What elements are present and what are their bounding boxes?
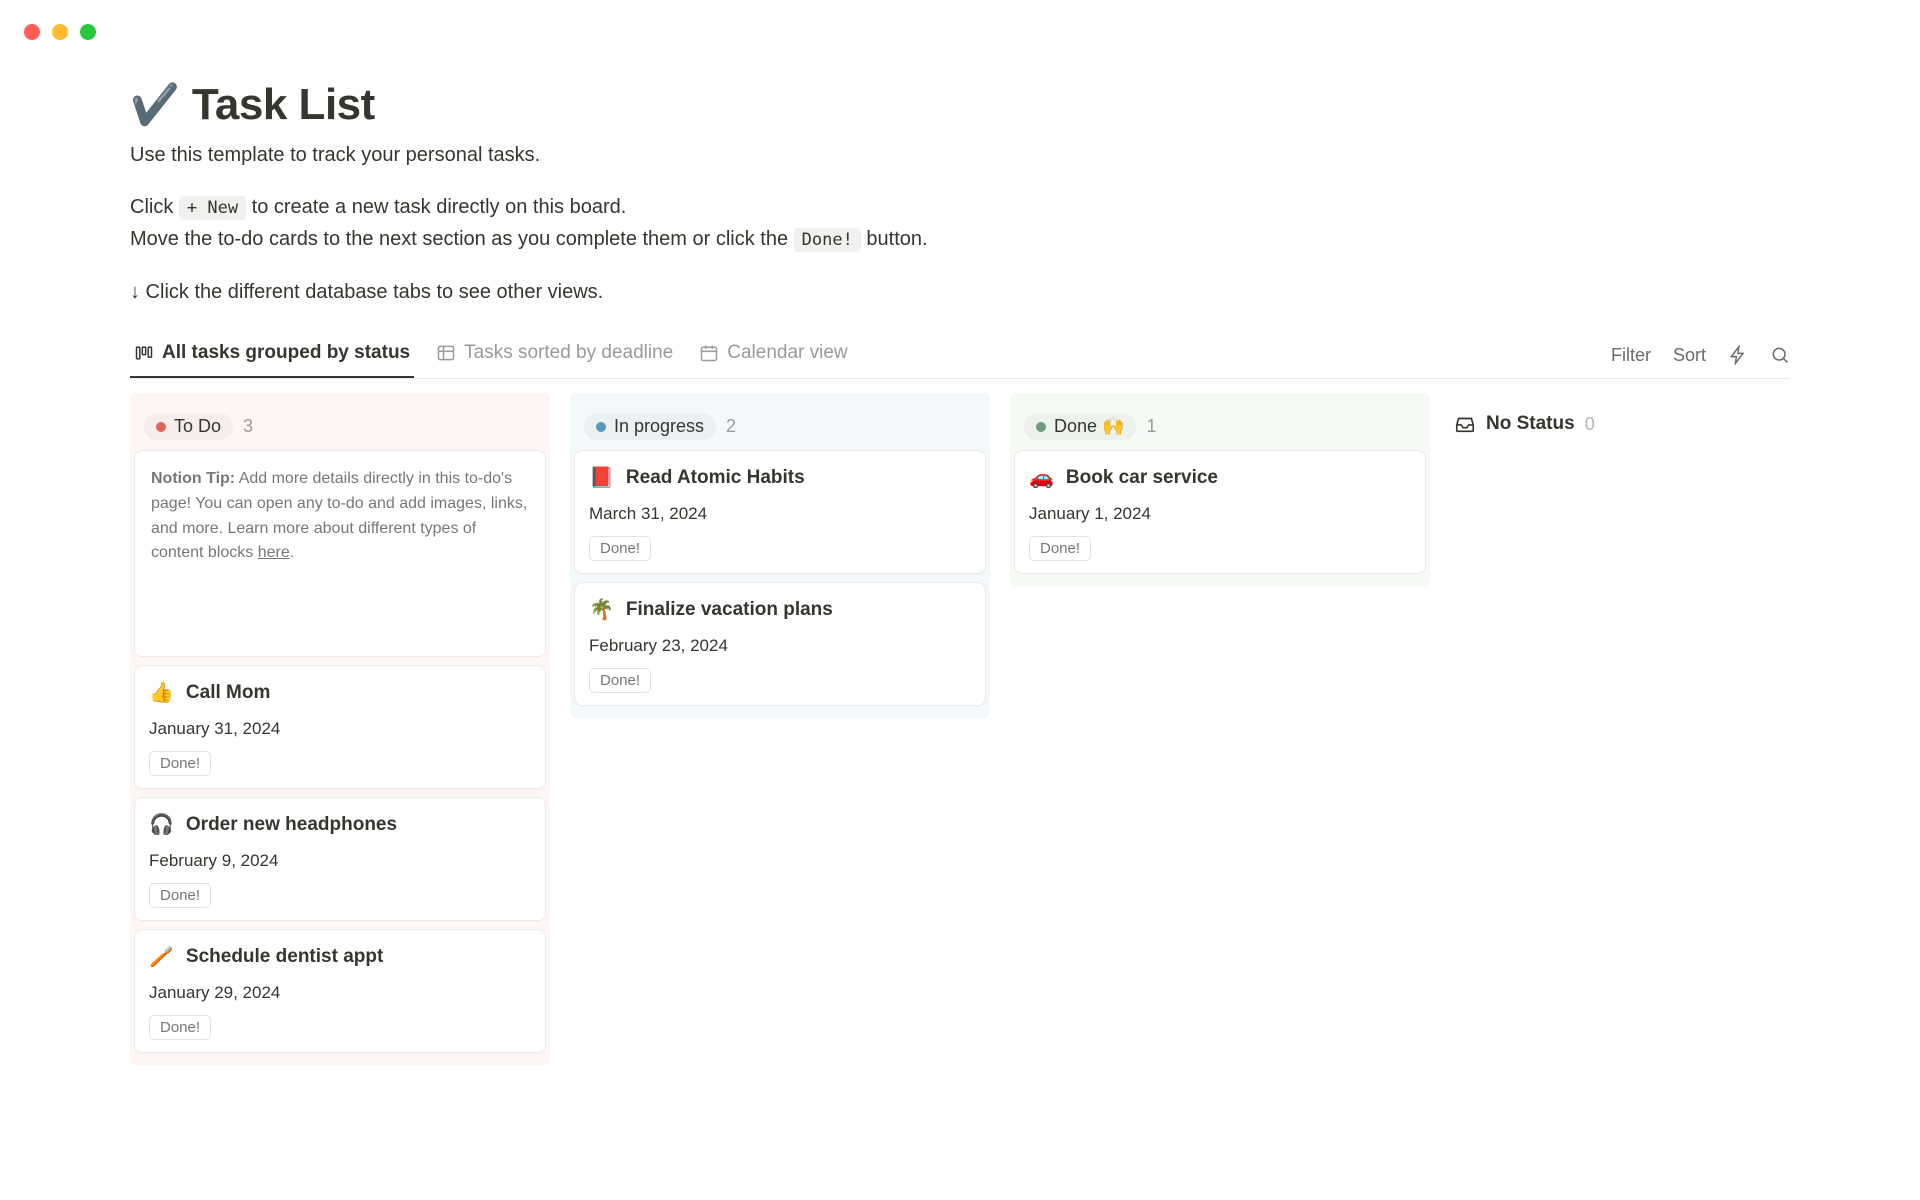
table-icon [436,343,456,363]
status-dot-icon [1036,422,1046,432]
card-emoji-icon: 🪥 [149,944,174,969]
views-hint: ↓ Click the different database tabs to s… [130,281,1790,304]
column-count: 0 [1585,414,1595,435]
card-emoji-icon: 🎧 [149,812,174,837]
status-pill-progress[interactable]: In progress [584,413,716,440]
fullscreen-window-icon[interactable] [80,24,96,40]
column-header: No Status 0 [1450,399,1750,445]
page-header: ✔️ Task List Use this template to track … [130,80,1790,167]
column-header: In progress 2 [570,399,990,450]
new-button-code: + New [179,196,246,220]
card-date: January 1, 2024 [1029,504,1411,524]
automation-button[interactable] [1728,345,1748,365]
inbox-icon [1454,413,1476,435]
done-button[interactable]: Done! [1029,536,1091,561]
tab-label: All tasks grouped by status [162,342,410,364]
tab-calendar[interactable]: Calendar view [695,332,851,378]
column-header: Done 🙌 1 [1010,399,1430,450]
notion-tip-card[interactable]: Notion Tip: Add more details directly in… [134,450,546,657]
done-button[interactable]: Done! [589,536,651,561]
calendar-icon [699,343,719,363]
minimize-window-icon[interactable] [52,24,68,40]
column-count: 1 [1146,416,1156,437]
task-card[interactable]: 🌴 Finalize vacation plans February 23, 2… [574,582,986,706]
status-pill-done[interactable]: Done 🙌 [1024,413,1136,440]
card-title: Order new headphones [186,814,397,836]
card-date: January 31, 2024 [149,719,531,739]
done-button[interactable]: Done! [589,668,651,693]
card-date: January 29, 2024 [149,983,531,1003]
search-icon [1770,345,1790,365]
database-tabs-bar: All tasks grouped by status Tasks sorted… [130,332,1790,379]
card-emoji-icon: 🚗 [1029,465,1054,490]
instructions-text: to create a new task directly on this bo… [252,196,627,218]
card-title: Read Atomic Habits [626,467,805,489]
status-label: In progress [614,416,704,437]
bolt-icon [1728,345,1748,365]
board-icon [134,343,154,363]
card-date: February 23, 2024 [589,636,971,656]
page-subtitle: Use this template to track your personal… [130,144,1790,167]
card-emoji-icon: 👍 [149,680,174,705]
tab-all-tasks[interactable]: All tasks grouped by status [130,332,414,378]
done-button-code: Done! [794,228,861,252]
card-date: February 9, 2024 [149,851,531,871]
status-label: To Do [174,416,221,437]
instructions-text: Click [130,196,173,218]
status-pill-todo[interactable]: To Do [144,413,233,440]
done-button[interactable]: Done! [149,883,211,908]
status-label: Done 🙌 [1054,416,1124,437]
close-window-icon[interactable] [24,24,40,40]
tab-label: Tasks sorted by deadline [464,342,673,364]
card-emoji-icon: 📕 [589,465,614,490]
page-instructions: Click + New to create a new task directl… [130,191,1790,255]
task-card[interactable]: 👍 Call Mom January 31, 2024 Done! [134,665,546,789]
status-dot-icon [156,422,166,432]
task-card[interactable]: 🚗 Book car service January 1, 2024 Done! [1014,450,1426,574]
sort-button[interactable]: Sort [1673,345,1706,366]
column-count: 3 [243,416,253,437]
column-done: Done 🙌 1 🚗 Book car service January 1, 2… [1010,393,1430,586]
instructions-text: button. [866,228,927,250]
tip-period: . [290,544,294,561]
filter-button[interactable]: Filter [1611,345,1651,366]
task-card[interactable]: 🎧 Order new headphones February 9, 2024 … [134,797,546,921]
tab-deadline[interactable]: Tasks sorted by deadline [432,332,677,378]
status-dot-icon [596,422,606,432]
instructions-text: Move the to-do cards to the next section… [130,228,788,250]
done-button[interactable]: Done! [149,751,211,776]
task-card[interactable]: 🪥 Schedule dentist appt January 29, 2024… [134,929,546,1053]
column-no-status: No Status 0 [1450,393,1750,457]
done-button[interactable]: Done! [149,1015,211,1040]
task-card[interactable]: 📕 Read Atomic Habits March 31, 2024 Done… [574,450,986,574]
column-todo: To Do 3 Notion Tip: Add more details dir… [130,393,550,1065]
tab-label: Calendar view [727,342,847,364]
card-emoji-icon: 🌴 [589,597,614,622]
page-title: Task List [192,80,375,130]
card-title: Finalize vacation plans [626,599,833,621]
column-header: To Do 3 [130,399,550,450]
window-traffic-lights [24,24,96,40]
column-in-progress: In progress 2 📕 Read Atomic Habits March… [570,393,990,718]
search-button[interactable] [1770,345,1790,365]
database-actions: Filter Sort [1611,345,1790,366]
status-label: No Status [1486,413,1575,435]
tip-here-link[interactable]: here [258,544,290,561]
card-title: Book car service [1066,467,1218,489]
page-emoji-icon[interactable]: ✔️ [130,85,180,125]
card-title: Schedule dentist appt [186,946,383,968]
card-title: Call Mom [186,682,270,704]
tip-label: Notion Tip: [151,470,235,487]
kanban-board: To Do 3 Notion Tip: Add more details dir… [130,393,1790,1065]
card-date: March 31, 2024 [589,504,971,524]
column-count: 2 [726,416,736,437]
